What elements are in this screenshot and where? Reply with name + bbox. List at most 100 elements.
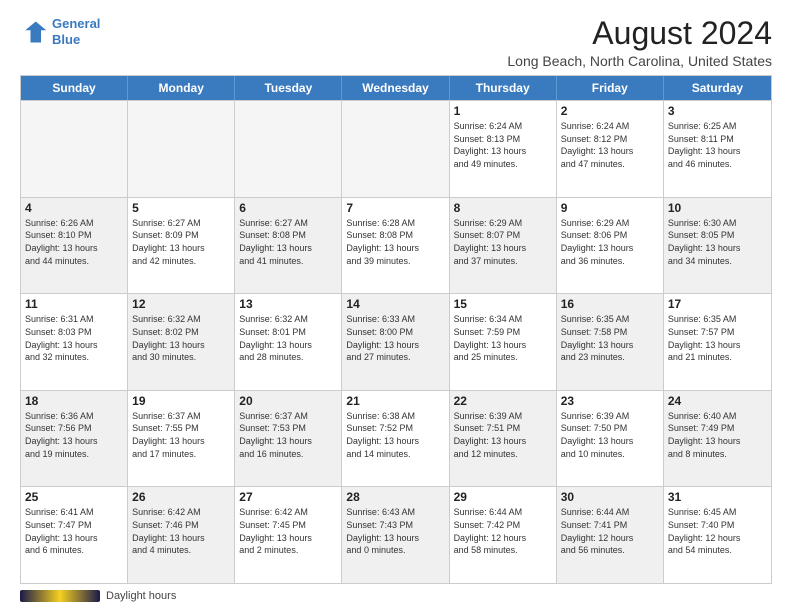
cal-header-cell: Tuesday xyxy=(235,76,342,100)
day-number: 15 xyxy=(454,297,552,311)
cal-cell xyxy=(342,101,449,197)
cal-header-cell: Friday xyxy=(557,76,664,100)
cal-cell: 1 Sunrise: 6:24 AM Sunset: 8:13 PM Daylig… xyxy=(450,101,557,197)
day-info: Sunrise: 6:29 AM Sunset: 8:07 PM Dayligh… xyxy=(454,217,552,267)
cal-cell: 25 Sunrise: 6:41 AM Sunset: 7:47 PM Dayli… xyxy=(21,487,128,583)
cal-cell: 27 Sunrise: 6:42 AM Sunset: 7:45 PM Dayli… xyxy=(235,487,342,583)
cal-header-cell: Saturday xyxy=(664,76,771,100)
cal-header-cell: Wednesday xyxy=(342,76,449,100)
cal-cell: 26 Sunrise: 6:42 AM Sunset: 7:46 PM Dayli… xyxy=(128,487,235,583)
day-number: 6 xyxy=(239,201,337,215)
day-number: 13 xyxy=(239,297,337,311)
cal-cell: 29Sunrise: 6:44 AM Sunset: 7:42 PM Dayli… xyxy=(450,487,557,583)
day-info: Sunrise: 6:25 AM Sunset: 8:11 PM Dayligh… xyxy=(668,120,767,170)
subtitle: Long Beach, North Carolina, United State… xyxy=(507,53,772,69)
day-info: Sunrise: 6:34 AM Sunset: 7:59 PM Dayligh… xyxy=(454,313,552,363)
cal-cell: 28 Sunrise: 6:43 AM Sunset: 7:43 PM Dayli… xyxy=(342,487,449,583)
day-number: 31 xyxy=(668,490,767,504)
cal-cell xyxy=(21,101,128,197)
day-info: Sunrise: 6:27 AM Sunset: 8:09 PM Dayligh… xyxy=(132,217,230,267)
day-number: 19 xyxy=(132,394,230,408)
cal-cell: 15 Sunrise: 6:34 AM Sunset: 7:59 PM Dayli… xyxy=(450,294,557,390)
cal-cell: 2Sunrise: 6:24 AM Sunset: 8:12 PM Daylig… xyxy=(557,101,664,197)
day-info: Sunrise: 6:31 AM Sunset: 8:03 PM Dayligh… xyxy=(25,313,123,363)
cal-cell xyxy=(235,101,342,197)
day-info: Sunrise: 6:28 AM Sunset: 8:08 PM Dayligh… xyxy=(346,217,444,267)
day-info: Sunrise: 6:42 AM Sunset: 7:45 PM Dayligh… xyxy=(239,506,337,556)
day-number: 10 xyxy=(668,201,767,215)
day-number: 3 xyxy=(668,104,767,118)
main-title: August 2024 xyxy=(507,16,772,51)
cal-cell: 12 Sunrise: 6:32 AM Sunset: 8:02 PM Dayli… xyxy=(128,294,235,390)
day-info: Sunrise: 6:35 AM Sunset: 7:57 PM Dayligh… xyxy=(668,313,767,363)
day-info: Sunrise: 6:36 AM Sunset: 7:56 PM Dayligh… xyxy=(25,410,123,460)
page: General Blue August 2024 Long Beach, Nor… xyxy=(0,0,792,612)
day-info: Sunrise: 6:33 AM Sunset: 8:00 PM Dayligh… xyxy=(346,313,444,363)
day-number: 29 xyxy=(454,490,552,504)
cal-cell: 30Sunrise: 6:44 AM Sunset: 7:41 PM Dayli… xyxy=(557,487,664,583)
day-info: Sunrise: 6:41 AM Sunset: 7:47 PM Dayligh… xyxy=(25,506,123,556)
day-info: Sunrise: 6:45 AM Sunset: 7:40 PM Dayligh… xyxy=(668,506,767,556)
day-info: Sunrise: 6:37 AM Sunset: 7:53 PM Dayligh… xyxy=(239,410,337,460)
calendar: SundayMondayTuesdayWednesdayThursdayFrid… xyxy=(20,75,772,584)
day-number: 23 xyxy=(561,394,659,408)
day-number: 26 xyxy=(132,490,230,504)
day-number: 5 xyxy=(132,201,230,215)
cal-header-cell: Monday xyxy=(128,76,235,100)
day-number: 12 xyxy=(132,297,230,311)
day-info: Sunrise: 6:38 AM Sunset: 7:52 PM Dayligh… xyxy=(346,410,444,460)
cal-cell: 3 Sunrise: 6:25 AM Sunset: 8:11 PM Daylig… xyxy=(664,101,771,197)
cal-week-row: 11 Sunrise: 6:31 AM Sunset: 8:03 PM Dayli… xyxy=(21,293,771,390)
day-number: 28 xyxy=(346,490,444,504)
day-info: Sunrise: 6:35 AM Sunset: 7:58 PM Dayligh… xyxy=(561,313,659,363)
cal-cell: 24Sunrise: 6:40 AM Sunset: 7:49 PM Dayli… xyxy=(664,391,771,487)
cal-cell: 19Sunrise: 6:37 AM Sunset: 7:55 PM Dayli… xyxy=(128,391,235,487)
cal-cell: 13Sunrise: 6:32 AM Sunset: 8:01 PM Dayli… xyxy=(235,294,342,390)
daylight-bar xyxy=(20,590,100,602)
cal-week-row: 4Sunrise: 6:26 AM Sunset: 8:10 PM Daylig… xyxy=(21,197,771,294)
cal-cell: 20Sunrise: 6:37 AM Sunset: 7:53 PM Dayli… xyxy=(235,391,342,487)
logo-line2: Blue xyxy=(52,32,80,47)
cal-cell: 4Sunrise: 6:26 AM Sunset: 8:10 PM Daylig… xyxy=(21,198,128,294)
cal-cell: 16 Sunrise: 6:35 AM Sunset: 7:58 PM Dayli… xyxy=(557,294,664,390)
day-number: 2 xyxy=(561,104,659,118)
cal-header-cell: Thursday xyxy=(450,76,557,100)
day-info: Sunrise: 6:29 AM Sunset: 8:06 PM Dayligh… xyxy=(561,217,659,267)
day-info: Sunrise: 6:27 AM Sunset: 8:08 PM Dayligh… xyxy=(239,217,337,267)
day-info: Sunrise: 6:42 AM Sunset: 7:46 PM Dayligh… xyxy=(132,506,230,556)
day-info: Sunrise: 6:39 AM Sunset: 7:50 PM Dayligh… xyxy=(561,410,659,460)
day-number: 17 xyxy=(668,297,767,311)
day-number: 27 xyxy=(239,490,337,504)
day-number: 21 xyxy=(346,394,444,408)
daylight-gradient xyxy=(20,590,100,602)
day-number: 8 xyxy=(454,201,552,215)
cal-week-row: 18Sunrise: 6:36 AM Sunset: 7:56 PM Dayli… xyxy=(21,390,771,487)
footer: Daylight hours xyxy=(20,590,772,602)
cal-week-row: 25 Sunrise: 6:41 AM Sunset: 7:47 PM Dayli… xyxy=(21,486,771,583)
day-number: 9 xyxy=(561,201,659,215)
cal-cell: 17 Sunrise: 6:35 AM Sunset: 7:57 PM Dayli… xyxy=(664,294,771,390)
cal-cell xyxy=(128,101,235,197)
day-info: Sunrise: 6:24 AM Sunset: 8:13 PM Dayligh… xyxy=(454,120,552,170)
day-number: 4 xyxy=(25,201,123,215)
cal-cell: 18Sunrise: 6:36 AM Sunset: 7:56 PM Dayli… xyxy=(21,391,128,487)
cal-cell: 9 Sunrise: 6:29 AM Sunset: 8:06 PM Daylig… xyxy=(557,198,664,294)
day-number: 7 xyxy=(346,201,444,215)
day-number: 1 xyxy=(454,104,552,118)
logo-icon xyxy=(20,18,48,46)
day-number: 30 xyxy=(561,490,659,504)
day-info: Sunrise: 6:32 AM Sunset: 8:02 PM Dayligh… xyxy=(132,313,230,363)
day-number: 14 xyxy=(346,297,444,311)
day-number: 16 xyxy=(561,297,659,311)
day-info: Sunrise: 6:30 AM Sunset: 8:05 PM Dayligh… xyxy=(668,217,767,267)
day-info: Sunrise: 6:43 AM Sunset: 7:43 PM Dayligh… xyxy=(346,506,444,556)
logo-text: General Blue xyxy=(52,16,100,47)
cal-cell: 8 Sunrise: 6:29 AM Sunset: 8:07 PM Daylig… xyxy=(450,198,557,294)
cal-cell: 5 Sunrise: 6:27 AM Sunset: 8:09 PM Daylig… xyxy=(128,198,235,294)
day-number: 25 xyxy=(25,490,123,504)
day-number: 22 xyxy=(454,394,552,408)
title-block: August 2024 Long Beach, North Carolina, … xyxy=(507,16,772,69)
logo: General Blue xyxy=(20,16,100,47)
day-number: 11 xyxy=(25,297,123,311)
cal-cell: 22Sunrise: 6:39 AM Sunset: 7:51 PM Dayli… xyxy=(450,391,557,487)
